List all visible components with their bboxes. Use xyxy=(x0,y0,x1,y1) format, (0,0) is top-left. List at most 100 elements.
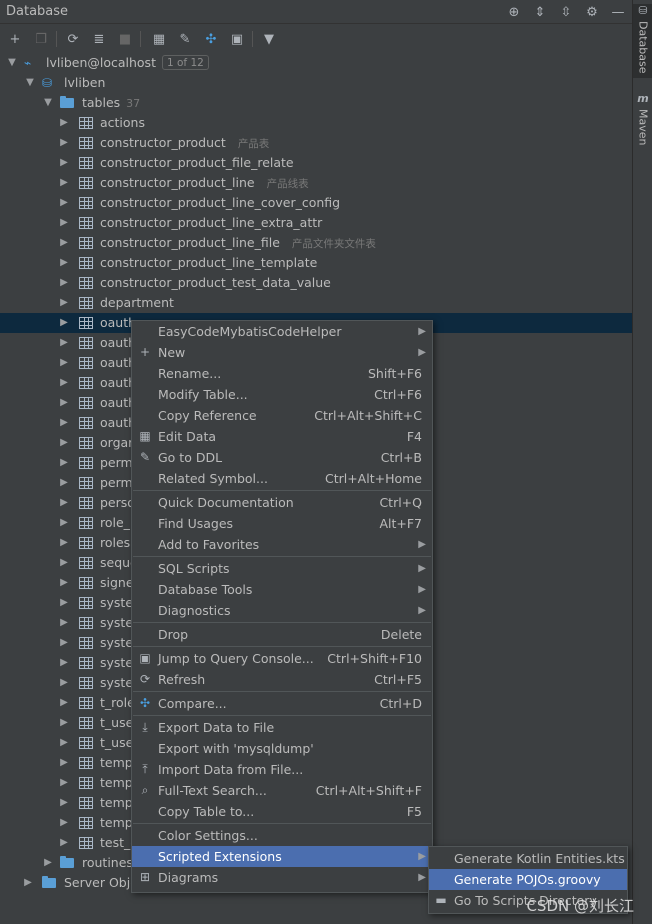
chevron-right-icon[interactable]: ▶ xyxy=(58,773,70,793)
chevron-right-icon[interactable]: ▶ xyxy=(58,233,70,253)
chevron-right-icon[interactable]: ▶ xyxy=(58,753,70,773)
chevron-right-icon[interactable]: ▶ xyxy=(58,473,70,493)
submenu-item[interactable]: Generate Kotlin Entities.kts xyxy=(429,848,627,869)
compare-icon[interactable]: ✣ xyxy=(200,28,222,50)
collapse-all-icon[interactable]: ⇳ xyxy=(556,2,576,22)
chevron-right-icon[interactable]: ▶ xyxy=(58,833,70,853)
chevron-right-icon[interactable]: ▶ xyxy=(58,353,70,373)
chevron-right-icon[interactable]: ▶ xyxy=(42,853,54,873)
add-icon[interactable]: + xyxy=(4,28,26,50)
table-row[interactable]: ▶ actions xyxy=(0,113,632,133)
menu-item[interactable]: Quick Documentation Ctrl+Q xyxy=(132,492,432,513)
menu-item[interactable]: Modify Table... Ctrl+F6 xyxy=(132,384,432,405)
menu-item[interactable]: Add to Favorites ▶ xyxy=(132,534,432,555)
chevron-down-icon[interactable]: ▼ xyxy=(42,93,54,113)
filter-icon[interactable]: ▼ xyxy=(258,28,280,50)
table-row[interactable]: ▶ constructor_product 产品表 xyxy=(0,133,632,153)
crosshair-icon[interactable]: ⊕ xyxy=(504,2,524,22)
tree-node-tables-folder[interactable]: ▼ tables 37 xyxy=(0,93,632,113)
tree-node-schema[interactable]: ▼ ⛁ lvliben xyxy=(0,73,632,93)
chevron-right-icon[interactable]: ▶ xyxy=(58,533,70,553)
database-side-tab[interactable]: ⛁ Database xyxy=(633,4,652,78)
tree-node-connection[interactable]: ▼ ⌁ lvliben@localhost 1 of 12 xyxy=(0,53,632,73)
table-row[interactable]: ▶ constructor_product_file_relate xyxy=(0,153,632,173)
chevron-right-icon[interactable]: ▶ xyxy=(58,293,70,313)
menu-item[interactable]: EasyCodeMybatisCodeHelper ▶ xyxy=(132,321,432,342)
duplicate-icon[interactable]: ❐ xyxy=(30,28,52,50)
chevron-right-icon[interactable]: ▶ xyxy=(58,633,70,653)
chevron-right-icon[interactable]: ▶ xyxy=(58,113,70,133)
chevron-right-icon[interactable]: ▶ xyxy=(58,273,70,293)
edit-pencil-icon[interactable]: ✎ xyxy=(174,28,196,50)
chevron-down-icon[interactable]: ▼ xyxy=(6,53,18,73)
menu-item[interactable]: ✣ Compare... Ctrl+D xyxy=(132,693,432,714)
chevron-right-icon[interactable]: ▶ xyxy=(58,253,70,273)
chevron-right-icon[interactable]: ▶ xyxy=(58,793,70,813)
schema-settings-icon[interactable]: ≣ xyxy=(88,28,110,50)
chevron-right-icon[interactable]: ▶ xyxy=(22,873,34,893)
stop-icon[interactable]: ■ xyxy=(114,28,136,50)
expand-all-icon[interactable]: ⇕ xyxy=(530,2,550,22)
menu-item[interactable]: Related Symbol... Ctrl+Alt+Home xyxy=(132,468,432,489)
menu-item[interactable]: Scripted Extensions ▶ xyxy=(132,846,432,867)
chevron-right-icon[interactable]: ▶ xyxy=(58,153,70,173)
chevron-right-icon[interactable]: ▶ xyxy=(58,173,70,193)
submenu-item[interactable]: Generate POJOs.groovy xyxy=(429,869,627,890)
menu-item[interactable]: ✎ Go to DDL Ctrl+B xyxy=(132,447,432,468)
menu-item[interactable]: Diagnostics ▶ xyxy=(132,600,432,621)
chevron-right-icon[interactable]: ▶ xyxy=(58,613,70,633)
chevron-right-icon[interactable]: ▶ xyxy=(58,573,70,593)
table-row[interactable]: ▶ constructor_product_line 产品线表 xyxy=(0,173,632,193)
chevron-right-icon[interactable]: ▶ xyxy=(58,193,70,213)
menu-item[interactable]: Copy Table to... F5 xyxy=(132,801,432,822)
menu-item[interactable]: ⤒ Import Data from File... xyxy=(132,759,432,780)
menu-item[interactable]: ⟳ Refresh Ctrl+F5 xyxy=(132,669,432,690)
refresh-icon[interactable]: ⟳ xyxy=(62,28,84,50)
chevron-right-icon[interactable]: ▶ xyxy=(58,693,70,713)
chevron-right-icon[interactable]: ▶ xyxy=(58,493,70,513)
menu-item[interactable]: ▦ Edit Data F4 xyxy=(132,426,432,447)
gear-icon[interactable]: ⚙ xyxy=(582,2,602,22)
table-row[interactable]: ▶ constructor_product_line_cover_config xyxy=(0,193,632,213)
table-row[interactable]: ▶ constructor_product_test_data_value xyxy=(0,273,632,293)
chevron-right-icon[interactable]: ▶ xyxy=(58,653,70,673)
chevron-right-icon[interactable]: ▶ xyxy=(58,673,70,693)
menu-item[interactable]: Find Usages Alt+F7 xyxy=(132,513,432,534)
chevron-right-icon[interactable]: ▶ xyxy=(58,213,70,233)
chevron-down-icon[interactable]: ▼ xyxy=(24,73,36,93)
chevron-right-icon[interactable]: ▶ xyxy=(58,413,70,433)
table-row[interactable]: ▶ constructor_product_line_extra_attr xyxy=(0,213,632,233)
minimize-icon[interactable]: — xyxy=(608,2,628,22)
table-row[interactable]: ▶ constructor_product_line_template xyxy=(0,253,632,273)
chevron-right-icon[interactable]: ▶ xyxy=(58,433,70,453)
chevron-right-icon[interactable]: ▶ xyxy=(58,733,70,753)
chevron-right-icon[interactable]: ▶ xyxy=(58,593,70,613)
menu-item[interactable]: ⌕ Full-Text Search... Ctrl+Alt+Shift+F xyxy=(132,780,432,801)
chevron-right-icon[interactable]: ▶ xyxy=(58,133,70,153)
menu-item[interactable]: Export with 'mysqldump' xyxy=(132,738,432,759)
menu-item[interactable]: ⤓ Export Data to File xyxy=(132,717,432,738)
chevron-right-icon[interactable]: ▶ xyxy=(58,453,70,473)
table-row[interactable]: ▶ department xyxy=(0,293,632,313)
ql-console-icon[interactable]: ▣ xyxy=(226,28,248,50)
chevron-right-icon[interactable]: ▶ xyxy=(58,333,70,353)
menu-item[interactable]: SQL Scripts ▶ xyxy=(132,558,432,579)
menu-item[interactable]: Database Tools ▶ xyxy=(132,579,432,600)
menu-item[interactable]: Drop Delete xyxy=(132,624,432,645)
chevron-right-icon[interactable]: ▶ xyxy=(58,713,70,733)
menu-item[interactable]: + New ▶ xyxy=(132,342,432,363)
chevron-right-icon[interactable]: ▶ xyxy=(58,813,70,833)
chevron-right-icon[interactable]: ▶ xyxy=(58,313,70,333)
maven-side-tab[interactable]: m Maven xyxy=(633,92,652,152)
menu-item[interactable]: Color Settings... xyxy=(132,825,432,846)
chevron-right-icon[interactable]: ▶ xyxy=(58,393,70,413)
chevron-right-icon[interactable]: ▶ xyxy=(58,553,70,573)
table-view-icon[interactable]: ▦ xyxy=(148,28,170,50)
chevron-right-icon[interactable]: ▶ xyxy=(58,373,70,393)
table-row[interactable]: ▶ constructor_product_line_file 产品文件夹文件表 xyxy=(0,233,632,253)
menu-item[interactable]: ⊞ Diagrams ▶ xyxy=(132,867,432,888)
chevron-right-icon[interactable]: ▶ xyxy=(58,513,70,533)
menu-item[interactable]: ▣ Jump to Query Console... Ctrl+Shift+F10 xyxy=(132,648,432,669)
menu-item[interactable]: Copy Reference Ctrl+Alt+Shift+C xyxy=(132,405,432,426)
menu-item[interactable]: Rename... Shift+F6 xyxy=(132,363,432,384)
